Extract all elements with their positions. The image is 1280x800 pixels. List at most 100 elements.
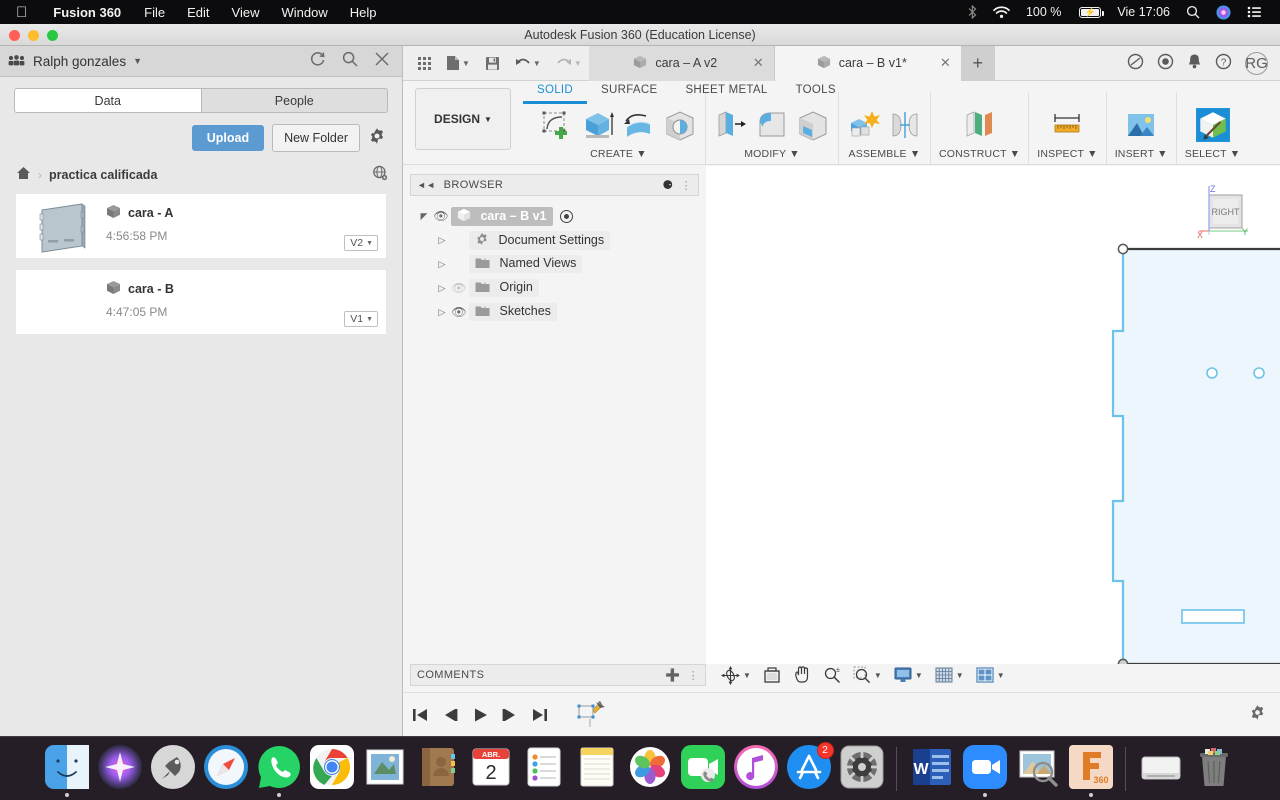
version-selector[interactable]: V1 ▼ [344,311,378,327]
list-item[interactable]: cara - A 4:56:58 PM V2 ▼ [16,194,386,258]
dock-item-chrome[interactable] [305,740,358,800]
jump-to-end-icon[interactable] [531,707,549,723]
bluetooth-icon[interactable] [960,5,985,19]
jump-to-beginning-icon[interactable] [411,707,429,723]
gear-icon[interactable] [368,127,388,150]
tab-people[interactable]: People [201,88,388,113]
siri-icon[interactable] [1208,5,1239,20]
close-tab-icon[interactable]: ✕ [940,55,951,71]
document-tab-cara-a[interactable]: cara – A v2 ✕ [588,45,775,81]
menu-item-view[interactable]: View [221,5,271,20]
tree-node-origin[interactable]: ▷ 👁 Origin [417,276,706,300]
sketch-edge-selected[interactable] [1111,249,1125,664]
upload-button[interactable]: Upload [191,125,265,151]
document-tab-cara-b[interactable]: cara – B v1* ✕ [774,45,961,81]
ribbon-panel-label[interactable]: CREATE ▼ [590,148,647,160]
dock-item-itunes[interactable] [729,740,782,800]
zoom-icon[interactable]: ± [818,666,846,684]
dock-item-whatsapp[interactable] [252,740,305,800]
expand-triangle-icon[interactable]: ▷ [435,259,449,270]
save-icon[interactable] [478,56,507,71]
ribbon-panel-label[interactable]: SELECT ▼ [1185,148,1241,160]
play-icon[interactable] [471,707,489,723]
panel-grip[interactable]: ⋮ [688,669,699,682]
control-center-icon[interactable] [1239,6,1270,18]
data-panel-icon[interactable] [1127,53,1144,74]
menu-item-edit[interactable]: Edit [176,5,220,20]
window-controls[interactable] [9,30,58,41]
expand-triangle-icon[interactable]: ▷ [435,283,449,294]
fit-icon[interactable]: ▼ [848,666,887,684]
viewports-icon[interactable]: ▼ [971,666,1010,684]
dock-item-disk[interactable] [1134,740,1187,800]
ribbon-panel-label[interactable]: ASSEMBLE ▼ [849,148,921,160]
tree-node-sketches[interactable]: ▷ 👁 Sketches [417,300,706,324]
search-icon[interactable] [1178,5,1208,19]
ribbon-tab-surface[interactable]: SURFACE [587,78,671,104]
undo-icon[interactable]: ▼ [508,57,548,70]
joint-icon[interactable] [888,109,922,143]
dock-item-notes[interactable] [570,740,623,800]
ribbon-panel-label[interactable]: INSPECT ▼ [1037,148,1097,160]
redo-icon[interactable]: ▼ [549,57,589,70]
apple-logo-icon[interactable]:  [0,5,41,20]
clock-label[interactable]: Vie 17:06 [1109,5,1178,19]
step-forward-icon[interactable] [501,707,519,723]
expand-triangle-icon[interactable]: ▷ [435,235,449,246]
dock-item-zoom[interactable] [958,740,1011,800]
dock-item-app-store[interactable]: 2 [782,740,835,800]
comments-panel-header[interactable]: COMMENTS ➕ ⋮ [410,664,706,686]
visibility-eye-icon[interactable]: 👁 [449,305,469,319]
visibility-eye-off-icon[interactable]: 👁 [449,281,469,295]
dock-item-mail[interactable] [358,740,411,800]
double-left-arrow-icon[interactable]: ◄◄ [417,180,436,190]
step-back-icon[interactable] [441,707,459,723]
dock-item-contacts[interactable] [411,740,464,800]
new-component-icon[interactable] [847,109,881,143]
dock-item-facetime[interactable] [676,740,729,800]
menu-app-name[interactable]: Fusion 360 [41,5,133,20]
avatar[interactable]: RG [1245,51,1268,75]
ribbon-panel-label[interactable]: INSERT ▼ [1115,148,1168,160]
dock-item-calendar[interactable]: ABR. 2 [464,740,517,800]
sketch-endpoint[interactable] [1117,243,1129,255]
expand-triangle-icon[interactable]: ▷ [435,307,449,318]
expand-triangle-icon[interactable]: ◤ [417,211,431,222]
close-tab-icon[interactable]: ✕ [753,55,764,71]
sketch-slot[interactable] [1181,609,1245,624]
dock-item-preview[interactable] [1011,740,1064,800]
revolve-icon[interactable] [622,109,656,143]
panel-grip[interactable]: ⋮ [681,179,692,192]
create-sketch-icon[interactable] [540,109,574,143]
press-pull-icon[interactable] [714,109,748,143]
gear-icon[interactable] [1249,704,1280,725]
design-canvas[interactable]: RIGHT Z Y X [706,166,1280,664]
notifications-icon[interactable] [1187,53,1202,74]
help-icon[interactable]: ? [1215,53,1232,74]
breadcrumb-current-folder[interactable]: practica calificada [49,168,157,182]
list-item[interactable]: cara - B 4:47:05 PM V1 ▼ [16,270,386,334]
tree-node-named-views[interactable]: ▷ Named Views [417,252,706,276]
dock-item-fusion-360[interactable]: 360 [1064,740,1117,800]
menu-item-file[interactable]: File [133,5,176,20]
offset-plane-icon[interactable] [963,109,997,143]
new-file-icon[interactable]: ▼ [439,55,477,71]
sketch-geometry[interactable] [706,166,1280,664]
orbit-icon[interactable]: ▼ [716,665,756,685]
minimize-window-button[interactable] [28,30,39,41]
sketch-endpoint[interactable] [1117,658,1129,664]
ribbon-tab-sheet-metal[interactable]: SHEET METAL [671,78,781,104]
new-document-tab-button[interactable]: + [960,45,995,81]
dock-item-system-preferences[interactable] [835,740,888,800]
tree-node-document-settings[interactable]: ▷ Document Settings [417,228,706,252]
close-icon[interactable] [374,51,390,71]
battery-charging-icon[interactable]: ⚡ [1069,6,1109,18]
ribbon-panel-label[interactable]: MODIFY ▼ [744,148,800,160]
dock-item-reminders[interactable] [517,740,570,800]
hole-icon[interactable] [663,109,697,143]
chevron-down-icon[interactable]: ▼ [133,56,142,66]
close-window-button[interactable] [9,30,20,41]
sketch-hole-circle[interactable] [1253,367,1265,379]
measure-icon[interactable] [1050,109,1084,143]
shell-icon[interactable] [796,109,830,143]
